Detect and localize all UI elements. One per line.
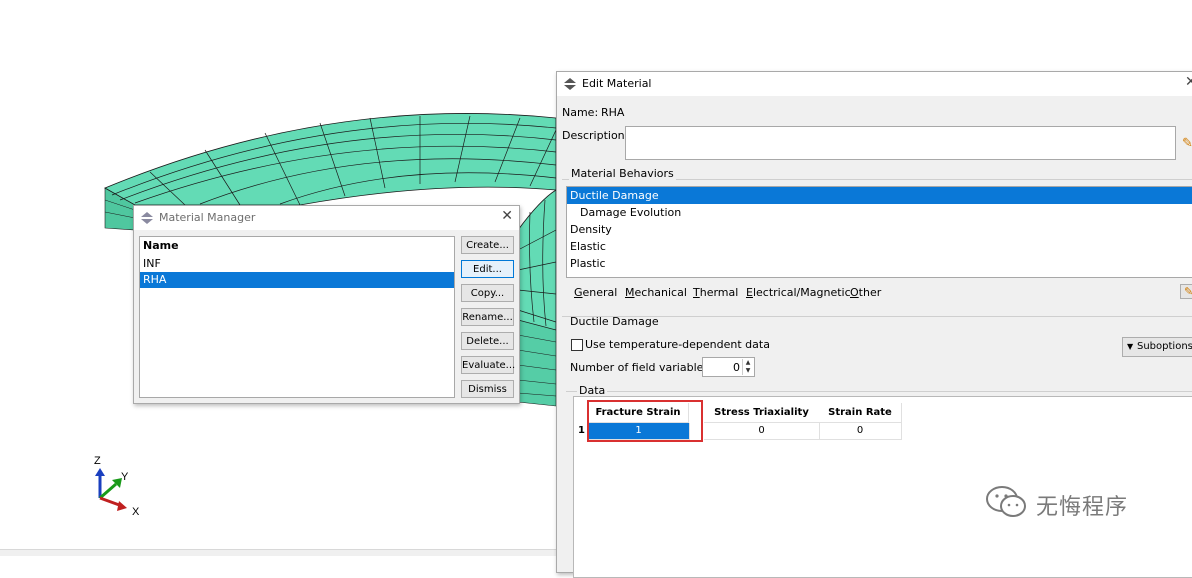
- axis-z-label: Z: [94, 455, 101, 467]
- behavior-list[interactable]: Ductile Damage Damage Evolution Density …: [566, 186, 1192, 278]
- field-variables-label: Number of field variables:: [570, 361, 713, 374]
- description-field[interactable]: [625, 126, 1176, 160]
- list-item-inf[interactable]: INF: [140, 256, 454, 272]
- suboptions-label: Suboptions: [1137, 341, 1192, 352]
- material-name-value: RHA: [601, 106, 625, 119]
- watermark: 无悔程序: [984, 484, 1127, 524]
- behavior-elastic[interactable]: Elastic: [567, 238, 1192, 255]
- abaqus-app-icon: [141, 212, 153, 224]
- dialog-title: Material Manager: [159, 211, 256, 224]
- list-header-name: Name: [143, 239, 179, 252]
- behaviors-group-label: Material Behaviors: [569, 167, 676, 180]
- wechat-icon: [986, 486, 1026, 517]
- behavior-menubar: General Mechanical Thermal Electrical/Ma…: [566, 282, 1192, 304]
- edit-pencil-icon[interactable]: ✎: [1180, 284, 1192, 299]
- spinner-arrows-icon[interactable]: ▲ ▼: [742, 359, 753, 375]
- close-icon[interactable]: ✕: [501, 208, 513, 224]
- data-group: [566, 391, 1192, 392]
- data-table[interactable]: Fracture Strain Stress Triaxiality Strai…: [573, 396, 1192, 578]
- column-header-strain-rate[interactable]: Strain Rate: [819, 403, 902, 423]
- field-variables-value: 0: [733, 361, 740, 374]
- menu-thermal[interactable]: Thermal: [693, 286, 738, 299]
- close-icon[interactable]: ✕: [1185, 74, 1192, 90]
- dialog-title: Edit Material: [582, 77, 652, 90]
- material-list[interactable]: Name INF RHA: [139, 236, 455, 398]
- suboptions-button[interactable]: ▼ Suboptions: [1122, 337, 1192, 357]
- dropdown-arrow-icon: ▼: [1127, 342, 1134, 351]
- material-manager-titlebar[interactable]: Material Manager ✕: [134, 206, 519, 230]
- dismiss-button[interactable]: Dismiss: [461, 380, 514, 398]
- copy-button[interactable]: Copy...: [461, 284, 514, 302]
- row-header: 1: [578, 425, 585, 436]
- edit-button[interactable]: Edit...: [461, 260, 514, 278]
- menu-general[interactable]: General: [574, 286, 617, 299]
- column-header-stress-triaxiality[interactable]: Stress Triaxiality: [704, 403, 820, 423]
- temperature-dependent-checkbox[interactable]: [571, 339, 583, 351]
- watermark-text: 无悔程序: [1036, 495, 1129, 520]
- delete-button[interactable]: Delete...: [461, 332, 514, 350]
- evaluate-button[interactable]: Evaluate...: [461, 356, 515, 374]
- table-cell-strain-rate[interactable]: 0: [819, 423, 902, 440]
- section-title: Ductile Damage: [570, 315, 659, 328]
- abaqus-app-icon: [564, 78, 576, 90]
- coordinate-triad: Z Y X: [94, 455, 140, 518]
- edit-material-titlebar[interactable]: Edit Material ✕: [557, 72, 1192, 96]
- behavior-ductile-damage[interactable]: Ductile Damage: [567, 187, 1192, 204]
- menu-other[interactable]: Other: [850, 286, 881, 299]
- behavior-density[interactable]: Density: [567, 221, 1192, 238]
- material-manager-dialog: Material Manager ✕ Name INF RHA Create..…: [133, 205, 520, 404]
- edit-pencil-icon[interactable]: ✎: [1182, 136, 1192, 151]
- behavior-plastic[interactable]: Plastic: [567, 255, 1192, 272]
- rename-button[interactable]: Rename...: [461, 308, 514, 326]
- list-item-rha[interactable]: RHA: [140, 272, 454, 288]
- field-variables-spinner[interactable]: 0 ▲ ▼: [702, 357, 755, 377]
- create-button[interactable]: Create...: [461, 236, 514, 254]
- behavior-damage-evolution[interactable]: Damage Evolution: [567, 204, 1192, 221]
- description-label: Description:: [562, 129, 629, 142]
- table-cell-stress-triaxiality[interactable]: 0: [704, 423, 820, 440]
- menu-electrical-magnetic[interactable]: Electrical/Magnetic: [746, 286, 851, 299]
- menu-mechanical[interactable]: Mechanical: [625, 286, 687, 299]
- axis-y-label: Y: [121, 471, 129, 483]
- temperature-dependent-label: Use temperature-dependent data: [585, 338, 770, 351]
- annotation-highlight-box: [587, 400, 703, 442]
- axis-x-label: X: [132, 506, 140, 518]
- name-label: Name:: [562, 106, 599, 119]
